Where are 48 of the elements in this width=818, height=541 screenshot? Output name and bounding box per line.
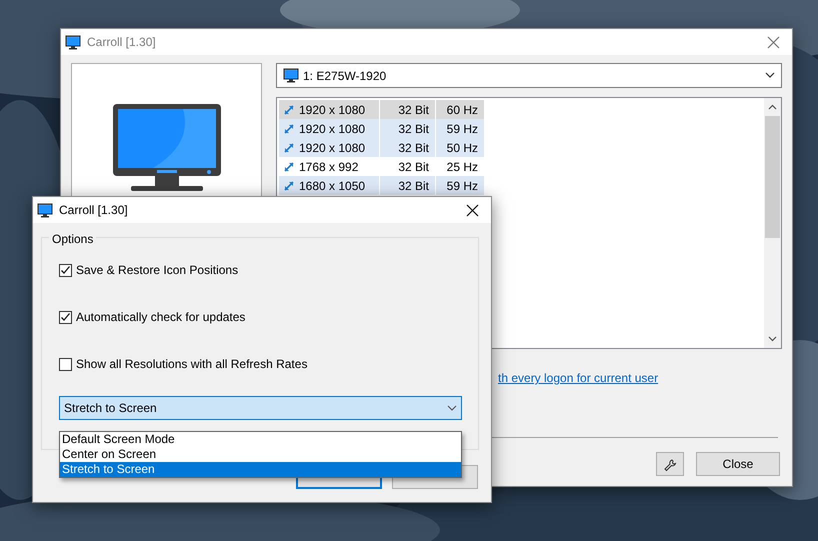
dropdown-option[interactable]: Stretch to Screen: [60, 462, 461, 477]
screen-mode-select[interactable]: Stretch to Screen: [59, 396, 462, 420]
mode-row[interactable]: 1768 x 992 32 Bit 25 Hz: [279, 157, 484, 176]
mode-row[interactable]: 1680 x 1050 32 Bit 59 Hz: [279, 176, 484, 195]
dropdown-option[interactable]: Default Screen Mode: [60, 432, 461, 447]
mode-row[interactable]: 1920 x 1080 32 Bit 60 Hz: [279, 100, 484, 119]
resolution-text: 1680 x 1050: [299, 178, 366, 194]
resolution-text: 1920 x 1080: [299, 140, 366, 156]
refresh-text: 50 Hz: [435, 138, 484, 157]
resize-icon: [283, 104, 295, 116]
resize-icon: [283, 122, 295, 134]
refresh-text: 60 Hz: [435, 100, 484, 119]
depth-text: 32 Bit: [379, 100, 435, 119]
window-title: Carroll [1.30]: [87, 34, 157, 51]
depth-text: 32 Bit: [379, 138, 435, 157]
checkbox-label: Save & Restore Icon Positions: [76, 262, 238, 279]
chevron-icon: [447, 404, 457, 412]
chevron-icon: [765, 72, 775, 79]
depth-text: 32 Bit: [379, 119, 435, 138]
checkbox[interactable]: [59, 310, 72, 324]
checkbox-label: Show all Resolutions with all Refresh Rates: [76, 356, 308, 373]
scrollbar[interactable]: [764, 98, 781, 348]
monitor-icon: [283, 68, 299, 83]
resolution-text: 1920 x 1080: [299, 120, 366, 138]
monitor-select[interactable]: 1: E275W-1920: [276, 63, 782, 88]
refresh-text: 59 Hz: [435, 119, 484, 138]
resize-icon: [283, 180, 295, 192]
wrench-icon: [663, 458, 677, 472]
mode-row[interactable]: 1920 x 1080 32 Bit 59 Hz: [279, 119, 484, 138]
close-button[interactable]: Close: [696, 452, 780, 476]
refresh-text: 59 Hz: [435, 176, 484, 195]
monitor-icon: [37, 202, 53, 218]
resize-icon: [283, 142, 295, 154]
checkbox[interactable]: [59, 358, 72, 370]
settings-button[interactable]: [656, 452, 684, 476]
scroll-up-icon: [768, 104, 777, 110]
resolution-text: 1920 x 1080: [299, 102, 366, 118]
window-title: Carroll [1.30]: [59, 202, 129, 219]
checkbox-label: Automatically check for updates: [76, 309, 246, 326]
scroll-down-icon: [768, 336, 777, 342]
autostart-link[interactable]: th every logon for current user: [498, 369, 658, 387]
monitor-icon: [65, 34, 81, 50]
mode-row[interactable]: 1920 x 1080 32 Bit 50 Hz: [279, 138, 484, 157]
checkbox[interactable]: [59, 264, 72, 276]
dropdown-option[interactable]: Center on Screen: [60, 447, 461, 462]
depth-text: 32 Bit: [379, 176, 435, 195]
resize-icon: [283, 160, 295, 172]
resolution-text: 1768 x 992: [299, 158, 358, 176]
